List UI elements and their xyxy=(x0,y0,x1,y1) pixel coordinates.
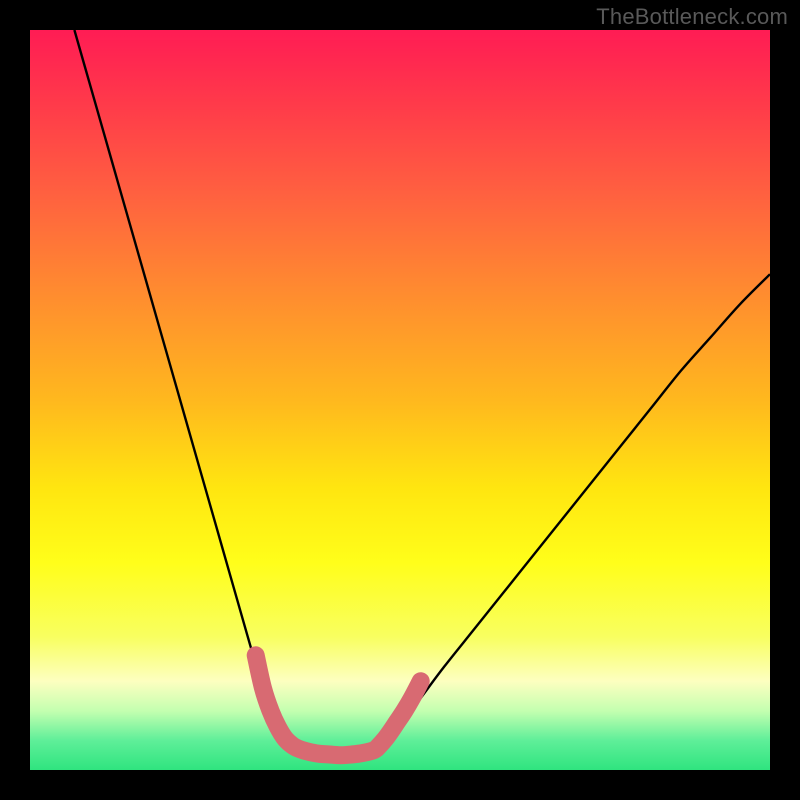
curve-layer xyxy=(30,30,770,770)
chart-frame: TheBottleneck.com xyxy=(0,0,800,800)
plot-area xyxy=(30,30,770,770)
watermark-text: TheBottleneck.com xyxy=(596,4,788,30)
bottleneck-curve xyxy=(74,30,770,755)
valley-marker xyxy=(256,655,421,755)
